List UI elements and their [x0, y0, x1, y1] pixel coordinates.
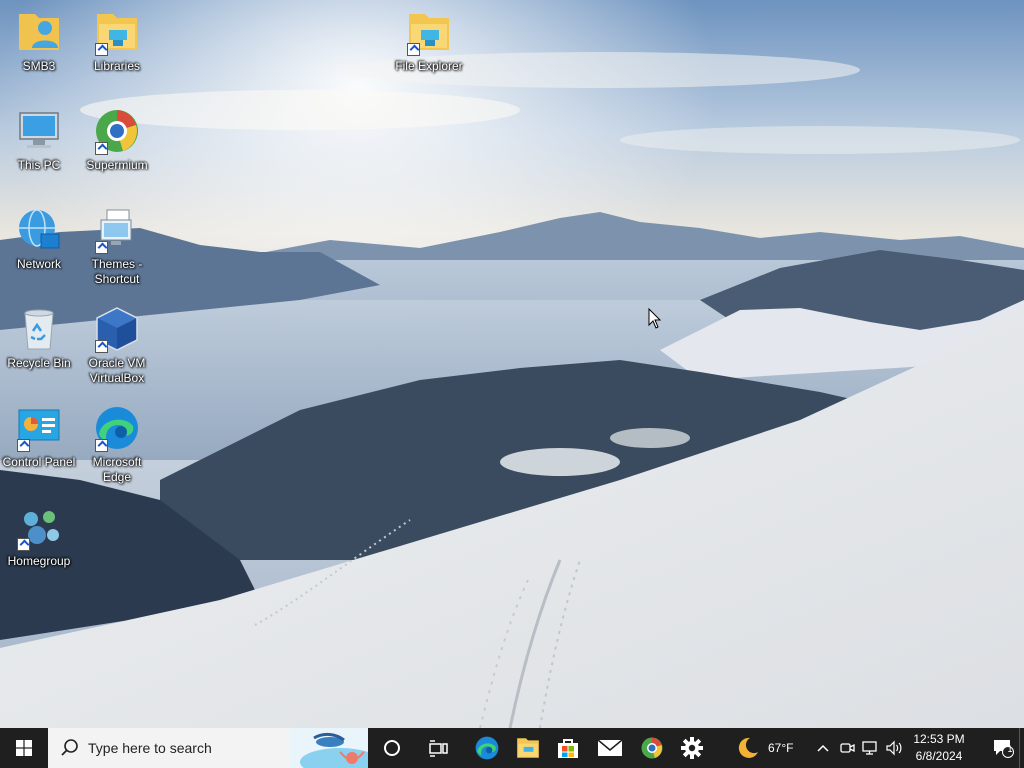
- user-folder-icon: [15, 8, 63, 56]
- network-tray-button[interactable]: [860, 728, 882, 768]
- search-highlight-art-icon: [290, 728, 368, 768]
- clock-time: 12:53 PM: [913, 732, 965, 746]
- desktop-icon-supermium[interactable]: Supermium: [78, 107, 156, 173]
- show-hidden-icons-button[interactable]: [812, 728, 834, 768]
- desktop-icon-label: Microsoft Edge: [92, 455, 142, 484]
- edge-icon: [93, 404, 141, 452]
- desktop-icon-label: Homegroup: [7, 554, 71, 568]
- desktop-icon-microsoft-edge[interactable]: Microsoft Edge: [78, 404, 156, 485]
- virtualbox-icon: [93, 305, 141, 353]
- action-center-button[interactable]: 1: [982, 728, 1024, 768]
- desktop-icon-control-panel[interactable]: Control Panel: [0, 404, 78, 470]
- taskbar-settings-button[interactable]: [670, 728, 714, 768]
- search-box[interactable]: Type here to search: [48, 728, 368, 768]
- search-placeholder: Type here to search: [88, 740, 212, 756]
- recycle-bin-icon: [15, 305, 63, 353]
- clock-date: 6/8/2024: [915, 749, 963, 763]
- desktop-icon-libraries[interactable]: Libraries: [78, 8, 156, 74]
- desktop-icon-homegroup[interactable]: Homegroup: [0, 503, 78, 569]
- taskbar: Type here to search 67°F 12:53 PM 6/8/20…: [0, 728, 1024, 768]
- cortana-icon: [384, 740, 400, 756]
- desktop-icon-oracle-vm-virtualbox[interactable]: Oracle VM VirtualBox: [78, 305, 156, 386]
- shortcut-arrow-icon: [17, 439, 30, 452]
- store-icon: [558, 739, 578, 758]
- shortcut-arrow-icon: [95, 340, 108, 353]
- taskbar-edge-button[interactable]: [464, 728, 510, 768]
- chevron-up-icon: [817, 744, 829, 752]
- volume-tray-button[interactable]: [884, 728, 906, 768]
- task-view-icon: [429, 740, 448, 757]
- shortcut-arrow-icon: [407, 43, 420, 56]
- desktop-icon-themes-shortcut[interactable]: Themes - Shortcut: [78, 206, 156, 287]
- cortana-button[interactable]: [370, 728, 414, 768]
- task-view-button[interactable]: [416, 728, 462, 768]
- shortcut-arrow-icon: [95, 43, 108, 56]
- desktop-icon-label: This PC: [17, 158, 61, 172]
- supermium-icon: [93, 107, 141, 155]
- desktop-icon-label: Oracle VM VirtualBox: [88, 356, 146, 385]
- control-panel-icon: [15, 404, 63, 452]
- homegroup-icon: [15, 503, 63, 551]
- desktop-icon-smb3[interactable]: SMB3: [0, 8, 78, 74]
- desktop-icon-label: Libraries: [93, 59, 141, 73]
- desktop-icon-label: Themes - Shortcut: [91, 257, 143, 286]
- network-globe-icon: [15, 206, 63, 254]
- moon-icon: [738, 737, 758, 758]
- file-explorer-icon: [517, 738, 539, 758]
- file-explorer-icon: [405, 8, 453, 56]
- weather-widget[interactable]: 67°F: [736, 728, 802, 768]
- shortcut-arrow-icon: [95, 439, 108, 452]
- desktop-icon-recycle-bin[interactable]: Recycle Bin: [0, 305, 78, 371]
- supermium-icon: [641, 737, 663, 759]
- show-desktop-button[interactable]: [1019, 728, 1024, 768]
- meet-now-icon: [840, 743, 855, 753]
- network-icon: [862, 741, 877, 755]
- notification-count-badge: 1: [1007, 744, 1013, 754]
- taskbar-supermium-button[interactable]: [630, 728, 674, 768]
- desktop-icon-label: Supermium: [86, 158, 148, 172]
- weather-temperature: 67°F: [768, 741, 794, 755]
- desktop-icon-label: SMB3: [22, 59, 56, 73]
- desktop-icon-label: Recycle Bin: [7, 356, 71, 370]
- mail-icon: [597, 739, 623, 756]
- settings-icon: [681, 737, 703, 759]
- edge-icon: [475, 736, 499, 760]
- desktop-icon-label: Network: [16, 257, 61, 271]
- volume-icon: [886, 740, 902, 756]
- libraries-icon: [93, 8, 141, 56]
- meet-now-button[interactable]: [836, 728, 858, 768]
- desktop-icon-network[interactable]: Network: [0, 206, 78, 272]
- shortcut-arrow-icon: [17, 538, 30, 551]
- taskbar-file-explorer-button[interactable]: [506, 728, 550, 768]
- search-icon: [61, 739, 78, 756]
- desktop-icon-file-explorer[interactable]: File Explorer: [390, 8, 468, 74]
- themes-icon: [93, 206, 141, 254]
- mouse-cursor-icon: [648, 307, 662, 330]
- start-button[interactable]: [0, 728, 48, 768]
- desktop-icon-label: File Explorer: [395, 59, 463, 73]
- windows-logo-icon: [16, 740, 32, 756]
- shortcut-arrow-icon: [95, 142, 108, 155]
- taskbar-store-button[interactable]: [546, 728, 590, 768]
- system-clock[interactable]: 12:53 PM 6/8/2024: [906, 731, 972, 765]
- shortcut-arrow-icon: [95, 241, 108, 254]
- taskbar-mail-button[interactable]: [588, 728, 632, 768]
- desktop-icon-this-pc[interactable]: This PC: [0, 107, 78, 173]
- computer-icon: [15, 107, 63, 155]
- desktop-icon-label: Control Panel: [2, 455, 76, 469]
